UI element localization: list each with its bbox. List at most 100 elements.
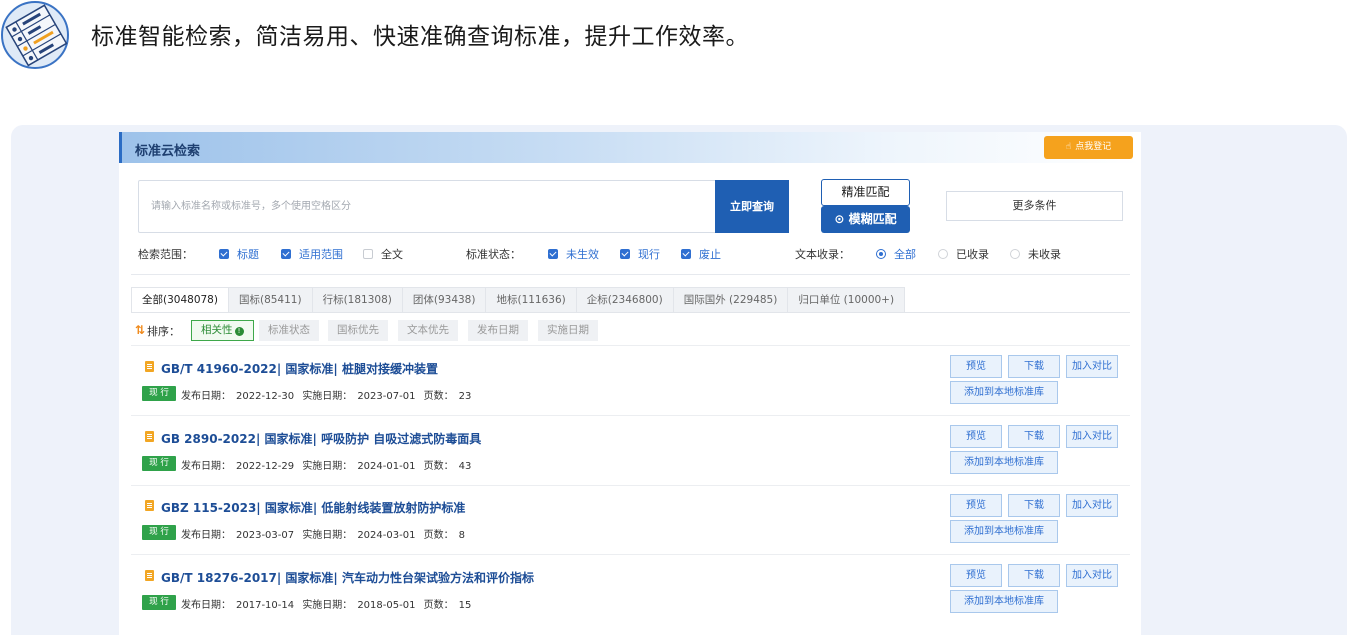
- tab-industry[interactable]: 行标(181308): [312, 287, 403, 313]
- tab-all[interactable]: 全部(3048078): [131, 287, 229, 313]
- collect-option-all[interactable]: 全部: [876, 246, 916, 262]
- sort-status[interactable]: 标准状态: [259, 320, 319, 341]
- checkbox[interactable]: [363, 249, 373, 259]
- effective-label: 实施日期：: [302, 600, 353, 611]
- preview-button[interactable]: 预览: [950, 425, 1002, 448]
- download-button[interactable]: 下载: [1008, 494, 1060, 517]
- category-tabs: 全部(3048078) 国标(85411) 行标(181308) 团体(9343…: [131, 287, 906, 313]
- page-count: 8: [458, 530, 465, 541]
- search-input[interactable]: [139, 181, 715, 232]
- collect-label: 文本收录：: [795, 248, 850, 261]
- sort-row: ⇅ 排序： 相关性! 标准状态 国标优先 文本优先 发布日期 实施日期: [135, 320, 835, 341]
- collect-option-uncollected[interactable]: 未收录: [1010, 246, 1061, 262]
- sort-national-first[interactable]: 国标优先: [328, 320, 388, 341]
- status-label: 标准状态：: [466, 248, 521, 261]
- add-library-button[interactable]: 添加到本地标准库: [950, 590, 1058, 613]
- sort-effective-date[interactable]: 实施日期: [538, 320, 598, 341]
- result-title[interactable]: GB/T 18276-2017| 国家标准| 汽车动力性台架试验方法和评价指标: [161, 569, 534, 586]
- pages-label: 页数：: [423, 600, 454, 611]
- option-label: 未收录: [1028, 248, 1061, 261]
- radio[interactable]: [876, 249, 886, 259]
- compare-button[interactable]: 加入对比: [1066, 494, 1118, 517]
- result-title[interactable]: GB 2890-2022| 国家标准| 呼吸防护 自吸过滤式防毒面具: [161, 430, 481, 447]
- scope-option-title[interactable]: 标题: [219, 246, 259, 262]
- publish-label: 发布日期：: [181, 391, 231, 402]
- result-meta: 发布日期： 2022-12-29 实施日期： 2024-01-01 页数： 43: [181, 457, 476, 472]
- preview-button[interactable]: 预览: [950, 494, 1002, 517]
- compare-button[interactable]: 加入对比: [1066, 425, 1118, 448]
- page-count: 23: [458, 391, 472, 402]
- compare-button[interactable]: 加入对比: [1066, 355, 1118, 378]
- status-option-current[interactable]: 现行: [620, 246, 660, 262]
- info-icon: !: [234, 327, 244, 336]
- effective-label: 实施日期：: [302, 461, 353, 472]
- option-label: 未生效: [566, 248, 599, 261]
- register-button[interactable]: ☝ 点我登记: [1044, 136, 1133, 159]
- tab-international[interactable]: 国际国外 (229485): [673, 287, 789, 313]
- collect-option-collected[interactable]: 已收录: [938, 246, 989, 262]
- checkbox[interactable]: [219, 249, 229, 259]
- checkbox[interactable]: [620, 249, 630, 259]
- tab-unit[interactable]: 归口单位 (10000+): [788, 287, 906, 313]
- sort-text-first[interactable]: 文本优先: [398, 320, 458, 341]
- radio[interactable]: [938, 249, 948, 259]
- option-label: 现行: [638, 248, 660, 261]
- compare-button[interactable]: 加入对比: [1066, 564, 1118, 587]
- tab-national[interactable]: 国标(85411): [228, 287, 313, 313]
- effective-label: 实施日期：: [302, 530, 353, 541]
- sort-option-label: 相关性: [201, 324, 233, 336]
- option-label: 已收录: [956, 248, 989, 261]
- radio[interactable]: [1010, 249, 1020, 259]
- preview-button[interactable]: 预览: [950, 355, 1002, 378]
- pages-label: 页数：: [423, 461, 454, 472]
- result-meta: 发布日期： 2017-10-14 实施日期： 2018-05-01 页数： 15: [181, 596, 476, 611]
- document-icon: [145, 361, 154, 372]
- tab-enterprise[interactable]: 企标(2346800): [576, 287, 674, 313]
- download-button[interactable]: 下载: [1008, 355, 1060, 378]
- preview-button[interactable]: 预览: [950, 564, 1002, 587]
- scope-option-scope[interactable]: 适用范围: [281, 246, 343, 262]
- result-meta: 发布日期： 2022-12-30 实施日期： 2023-07-01 页数： 23: [181, 387, 476, 402]
- status-badge: 现 行: [142, 386, 176, 401]
- more-conditions-button[interactable]: 更多条件: [946, 191, 1123, 221]
- search-box: 立即查询: [138, 180, 789, 233]
- status-option-abolished[interactable]: 废止: [681, 246, 721, 262]
- add-library-button[interactable]: 添加到本地标准库: [950, 520, 1058, 543]
- status-badge: 现 行: [142, 525, 176, 540]
- status-option-pending[interactable]: 未生效: [548, 246, 599, 262]
- sort-relevance[interactable]: 相关性!: [191, 320, 254, 341]
- checklist-icon: [1, 1, 69, 69]
- sort-publish-date[interactable]: 发布日期: [468, 320, 528, 341]
- result-title[interactable]: GB/T 41960-2022| 国家标准| 桩腿对接缓冲装置: [161, 360, 438, 377]
- publish-label: 发布日期：: [181, 600, 231, 611]
- publish-date: 2017-10-14: [236, 600, 295, 611]
- option-label: 全部: [894, 248, 916, 261]
- download-button[interactable]: 下载: [1008, 425, 1060, 448]
- add-library-button[interactable]: 添加到本地标准库: [950, 381, 1058, 404]
- document-icon: [145, 570, 154, 581]
- checkbox[interactable]: [548, 249, 558, 259]
- result-title[interactable]: GBZ 115-2023| 国家标准| 低能射线装置放射防护标准: [161, 499, 465, 516]
- banner-tagline: 标准智能检索，简洁易用、快速准确查询标准，提升工作效率。: [91, 24, 749, 50]
- tab-local[interactable]: 地标(111636): [486, 287, 577, 313]
- scope-option-fulltext[interactable]: 全文: [363, 246, 403, 262]
- panel-title: 标准云检索: [135, 144, 201, 159]
- tab-group[interactable]: 团体(93438): [402, 287, 487, 313]
- option-label: 标题: [237, 248, 259, 261]
- pages-label: 页数：: [423, 391, 454, 402]
- option-label: 废止: [699, 248, 721, 261]
- divider: [131, 312, 1130, 313]
- effective-date: 2024-03-01: [357, 530, 416, 541]
- result-item: GBZ 115-2023| 国家标准| 低能射线装置放射防护标准 现 行 发布日…: [131, 485, 1130, 555]
- sort-icon: ⇅: [135, 323, 146, 337]
- cursor-icon: ☝: [1065, 142, 1072, 152]
- publish-label: 发布日期：: [181, 530, 231, 541]
- download-button[interactable]: 下载: [1008, 564, 1060, 587]
- add-library-button[interactable]: 添加到本地标准库: [950, 451, 1058, 474]
- effective-date: 2023-07-01: [357, 391, 416, 402]
- fuzzy-match-button[interactable]: ⊙ 模糊匹配: [821, 206, 910, 233]
- checkbox[interactable]: [281, 249, 291, 259]
- checkbox[interactable]: [681, 249, 691, 259]
- query-button[interactable]: 立即查询: [715, 180, 789, 233]
- exact-match-button[interactable]: 精准匹配: [821, 179, 910, 206]
